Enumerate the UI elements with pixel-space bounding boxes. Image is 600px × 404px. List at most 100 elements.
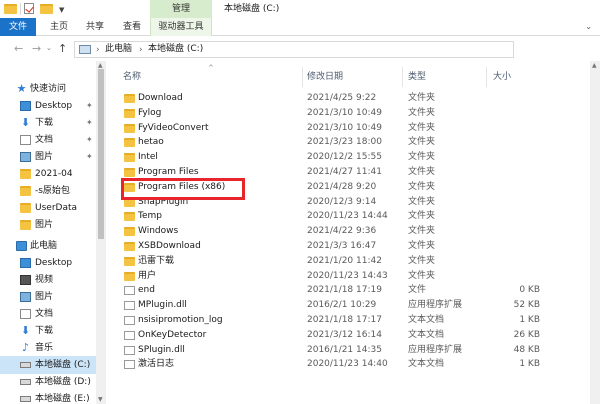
scroll-up-icon[interactable]: ▲	[98, 62, 103, 69]
column-header-name[interactable]: 名称	[123, 70, 141, 84]
pin-icon: ✦	[86, 152, 93, 161]
table-row[interactable]: SnapPlugin 2020/12/3 9:14 文件夹	[106, 195, 590, 210]
sidebar-item-label: 下载	[35, 118, 54, 128]
dll-file-icon	[124, 345, 135, 355]
column-divider[interactable]	[486, 67, 487, 87]
table-row[interactable]: end 2021/1/18 17:19 文件 0 KB	[106, 283, 590, 298]
table-row[interactable]: FyVideoConvert 2021/3/10 10:49 文件夹	[106, 121, 590, 136]
table-row[interactable]: hetao 2021/3/23 18:00 文件夹	[106, 135, 590, 150]
file-list-scrollbar[interactable]: ▲	[590, 61, 600, 404]
table-row[interactable]: Temp 2020/11/23 14:44 文件夹	[106, 209, 590, 224]
folder-icon	[124, 271, 135, 281]
sidebar-item-downloads[interactable]: ⬇ 下载 ✦	[0, 114, 96, 132]
folder-icon	[4, 4, 17, 14]
tab-drive-tools[interactable]: 驱动器工具	[150, 18, 212, 36]
file-type: 文件夹	[408, 107, 436, 118]
column-header-size[interactable]: 大小	[493, 70, 511, 84]
navigation-pane-scrollbar[interactable]: ▲ ▼	[96, 61, 106, 404]
file-date: 2021/1/18 17:19	[307, 285, 382, 296]
address-bar[interactable]: › 此电脑 › 本地磁盘 (C:)	[74, 41, 514, 58]
scrollbar-thumb[interactable]	[98, 69, 104, 239]
table-row[interactable]: Program Files 2021/4/27 11:41 文件夹	[106, 165, 590, 180]
sidebar-item-documents[interactable]: 文档 ✦	[0, 131, 96, 149]
sidebar-item-music[interactable]: ♪ 音乐	[0, 339, 96, 357]
table-row[interactable]: 用户 2020/11/23 14:43 文件夹	[106, 269, 590, 284]
chevron-down-icon[interactable]: ▼	[59, 6, 64, 14]
file-type: 应用程序扩展	[408, 344, 463, 355]
tab-file[interactable]: 文件	[0, 18, 36, 36]
back-arrow-icon[interactable]: ←	[14, 42, 23, 55]
tab-home[interactable]: 主页	[44, 18, 74, 36]
file-date: 2021/4/27 11:41	[307, 167, 382, 177]
table-row[interactable]: OnKeyDetector 2021/3/12 16:14 文本文档 26 KB	[106, 328, 590, 343]
table-row[interactable]: XSBDownload 2021/3/3 16:47 文件夹	[106, 239, 590, 254]
sidebar-item-videos[interactable]: 视频	[0, 271, 96, 289]
sidebar-item-label: 下载	[35, 326, 54, 336]
column-divider[interactable]	[402, 67, 403, 87]
file-date: 2021/3/3 16:47	[307, 241, 377, 251]
folder-icon	[20, 169, 31, 179]
table-row[interactable]: Download 2021/4/25 9:22 文件夹	[106, 91, 590, 106]
sidebar-item-pc-documents[interactable]: 文档	[0, 305, 96, 323]
file-date: 2016/1/21 14:35	[307, 344, 382, 355]
table-row[interactable]: Intel 2020/12/2 15:55 文件夹	[106, 150, 590, 165]
scroll-down-icon[interactable]: ▼	[98, 396, 103, 403]
chevron-right-icon[interactable]: ›	[96, 43, 100, 57]
sidebar-item-2021-04[interactable]: 2021-04	[0, 165, 96, 183]
sidebar-item-label: 图片	[35, 152, 54, 162]
scroll-up-icon[interactable]: ▲	[592, 62, 597, 69]
folder-icon	[124, 242, 135, 251]
sidebar-item-label: 视频	[35, 275, 54, 285]
file-date: 2020/12/3 9:14	[307, 196, 377, 207]
text-file-icon	[124, 330, 135, 340]
sidebar-item-local-disk-d[interactable]: 本地磁盘 (D:)	[0, 373, 96, 391]
properties-icon[interactable]	[24, 3, 34, 14]
file-date: 2020/12/2 15:55	[307, 152, 382, 163]
file-date: 2021/4/22 9:36	[307, 226, 377, 237]
up-arrow-icon[interactable]: ↑	[58, 42, 67, 55]
drive-icon	[20, 362, 31, 368]
sidebar-item-local-disk-c[interactable]: 本地磁盘 (C:)	[0, 356, 96, 374]
window-title: 本地磁盘 (C:)	[224, 4, 280, 14]
chevron-right-icon[interactable]: ›	[139, 43, 143, 57]
sidebar-item-quick-access[interactable]: ★ 快速访问	[0, 80, 96, 98]
sidebar-item-pictures[interactable]: 图片 ✦	[0, 148, 96, 166]
column-header-type[interactable]: 类型	[408, 70, 426, 84]
table-row[interactable]: Windows 2021/4/22 9:36 文件夹	[106, 224, 590, 239]
table-row[interactable]: 迅雷下载 2021/1/20 11:42 文件夹	[106, 254, 590, 269]
text-file-icon	[124, 360, 135, 370]
sidebar-item-userdata[interactable]: UserData	[0, 199, 96, 217]
file-date: 2021/3/10 10:49	[307, 107, 382, 118]
sidebar-item-local-disk-e[interactable]: 本地磁盘 (E:)	[0, 390, 96, 404]
sidebar-item-pictures-folder[interactable]: 图片	[0, 216, 96, 234]
table-row[interactable]: 激活日志 2020/11/23 14:40 文本文档 1 KB	[106, 357, 590, 372]
table-row[interactable]: MPlugin.dll 2016/2/1 10:29 应用程序扩展 52 KB	[106, 298, 590, 313]
sidebar-item-pc-downloads[interactable]: ⬇ 下载	[0, 322, 96, 340]
tab-view[interactable]: 查看	[117, 18, 147, 36]
manage-tab-group[interactable]: 管理	[150, 0, 212, 18]
table-row[interactable]: nsisipromotion_log 2021/1/18 17:17 文本文档 …	[106, 313, 590, 328]
column-header-date[interactable]: 修改日期	[307, 70, 343, 84]
sidebar-item-label: 文档	[35, 135, 54, 145]
expand-ribbon-icon[interactable]: ⌄	[585, 22, 592, 31]
column-divider[interactable]	[302, 67, 303, 87]
table-row[interactable]: Fylog 2021/3/10 10:49 文件夹	[106, 106, 590, 121]
document-icon	[20, 309, 31, 319]
sidebar-item-this-pc[interactable]: 此电脑	[0, 237, 96, 255]
pictures-icon	[20, 292, 31, 302]
sidebar-item-desktop[interactable]: Desktop ✦	[0, 97, 96, 115]
new-folder-icon[interactable]	[40, 4, 53, 14]
chevron-down-icon[interactable]: ⌄	[46, 44, 52, 52]
sidebar-item-pc-desktop[interactable]: Desktop	[0, 254, 96, 272]
table-row[interactable]: SPlugin.dll 2016/1/21 14:35 应用程序扩展 48 KB	[106, 343, 590, 358]
pin-icon: ✦	[86, 118, 93, 127]
sidebar-item-original-package[interactable]: -s原始包	[0, 182, 96, 200]
tab-share[interactable]: 共享	[80, 18, 110, 36]
breadcrumb-this-pc[interactable]: 此电脑	[105, 42, 132, 57]
breadcrumb-local-disk-c[interactable]: 本地磁盘 (C:)	[148, 42, 203, 57]
sidebar-item-pc-pictures[interactable]: 图片	[0, 288, 96, 306]
table-row[interactable]: Program Files (x86) 2021/4/28 9:20 文件夹	[106, 180, 590, 195]
folder-icon	[124, 94, 135, 103]
pin-icon: ✦	[86, 135, 93, 144]
forward-arrow-icon[interactable]: →	[32, 42, 41, 55]
